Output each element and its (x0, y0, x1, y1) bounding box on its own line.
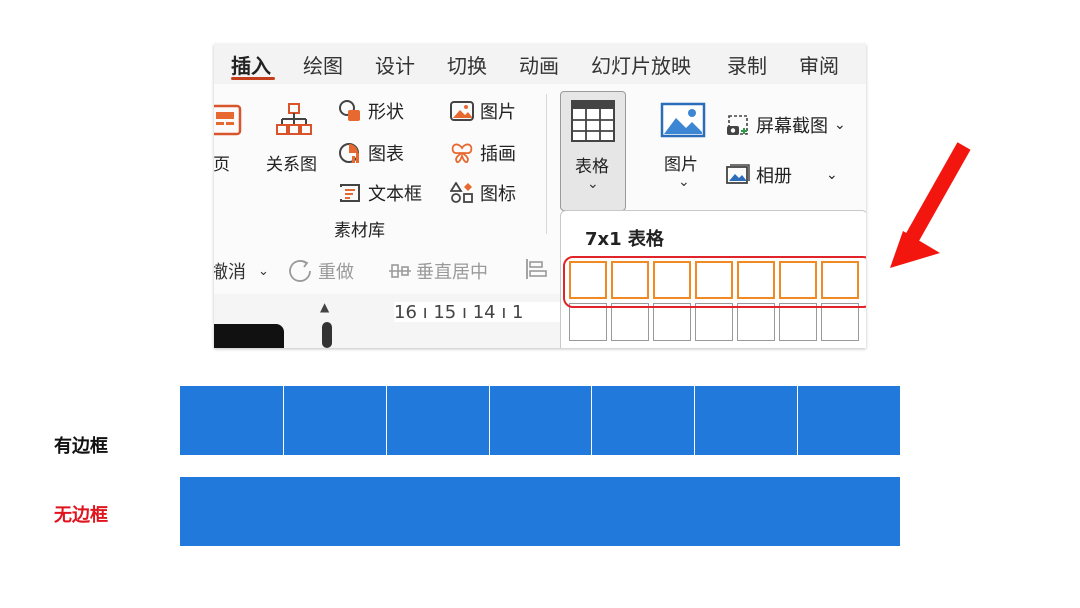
tab-slideshow[interactable]: 幻灯片放映 (591, 50, 691, 79)
slide-thumbnail[interactable] (214, 324, 284, 348)
table-button[interactable]: 表格 ⌄ (560, 91, 626, 211)
redo-button[interactable]: 重做 (288, 258, 354, 284)
illustration-label: 插画 (480, 144, 516, 165)
align-left-icon (526, 259, 547, 279)
shapes-icon (339, 100, 360, 121)
vertical-center-icon (389, 264, 411, 278)
grid-cell[interactable] (779, 303, 817, 341)
picture-button[interactable]: 图片 (450, 98, 516, 124)
table-cell-border (283, 386, 284, 455)
grid-cell[interactable] (653, 303, 691, 341)
illustration-button[interactable]: 插画 (450, 140, 516, 166)
chevron-down-icon: ⌄ (678, 174, 690, 190)
grid-cell[interactable] (569, 303, 607, 341)
redo-label: 重做 (318, 262, 354, 283)
active-tab-indicator (231, 77, 275, 80)
borderless-table-example (180, 477, 900, 546)
ruler-numbers: 16 ı 15 ı 14 ı 1 (394, 302, 524, 323)
undo-label: 撤消 (214, 262, 246, 283)
single-page-icon[interactable] (214, 104, 244, 136)
grid-cell[interactable] (821, 303, 859, 341)
assets-group-label: 素材库 (334, 221, 385, 241)
table-cell-border (694, 386, 695, 455)
bordered-label: 有边框 (54, 436, 108, 457)
bordered-table-example (180, 386, 900, 455)
grid-cell[interactable] (611, 303, 649, 341)
grid-cell[interactable] (695, 303, 733, 341)
ribbon-tab-bar: 插入 绘图 设计 切换 动画 幻灯片放映 录制 审阅 (214, 44, 866, 84)
screenshot-label: 屏幕截图 (756, 116, 828, 137)
table-cell-border (386, 386, 387, 455)
table-label: 表格 (575, 157, 609, 177)
textbox-button[interactable]: 文本框 (338, 180, 422, 206)
selected-row-highlight (563, 256, 866, 308)
picture-icon (450, 101, 474, 121)
chevron-down-icon: ⌄ (826, 167, 838, 183)
icons-button[interactable]: 图标 (450, 180, 516, 206)
editor-ruler-area: ▲ 16 ı 15 ı 14 ı 1 (214, 294, 560, 348)
shapes-button[interactable]: 形状 (338, 98, 404, 124)
icons-label: 图标 (480, 184, 516, 205)
chart-label: 图表 (368, 144, 404, 165)
tab-insert[interactable]: 插入 (231, 50, 271, 79)
chevron-down-icon: ⌄ (587, 176, 599, 192)
scroll-up-icon[interactable]: ▲ (320, 300, 329, 314)
table-cell-border (797, 386, 798, 455)
red-arrow-icon (890, 142, 971, 268)
butterfly-icon (451, 143, 473, 164)
chevron-down-icon: ⌄ (258, 263, 269, 279)
horizontal-ruler: 16 ı 15 ı 14 ı 1 (394, 302, 560, 323)
picture-label: 图片 (480, 102, 516, 123)
dropdown-title: 7x1 表格 (585, 229, 664, 250)
album-label: 相册 (756, 166, 792, 187)
tab-record[interactable]: 录制 (727, 50, 767, 79)
redo-icon (289, 260, 311, 282)
tab-draw[interactable]: 绘图 (303, 50, 343, 79)
scrollbar-thumb[interactable] (322, 322, 332, 348)
tab-review[interactable]: 审阅 (799, 50, 839, 79)
picture-large-icon[interactable] (660, 102, 706, 138)
single-page-label[interactable]: 单页 (214, 150, 230, 175)
ribbon-screenshot: 插入 绘图 设计 切换 动画 幻灯片放映 录制 审阅 单页 关系图 (214, 44, 866, 348)
textbox-label: 文本框 (368, 184, 422, 205)
grid-cell[interactable] (737, 303, 775, 341)
undo-button[interactable]: 撤消 ⌄ (214, 258, 269, 284)
textbox-icon (340, 184, 360, 202)
tab-design[interactable]: 设计 (375, 50, 415, 79)
album-icon (726, 164, 750, 184)
smartart-icon[interactable] (276, 102, 312, 138)
chart-icon (339, 143, 359, 163)
icons-icon (450, 182, 473, 203)
group-divider (546, 94, 547, 234)
vertical-center-label: 垂直居中 (416, 262, 488, 283)
align-button[interactable] (524, 258, 548, 280)
tab-animations[interactable]: 动画 (519, 50, 559, 79)
vertical-center-button[interactable]: 垂直居中 (388, 258, 488, 284)
quick-toolbar: 撤消 ⌄ 重做 垂直居中 (214, 248, 560, 292)
smartart-label[interactable]: 关系图 (266, 150, 317, 175)
chevron-down-icon: ⌄ (834, 117, 846, 133)
screenshot-icon (727, 115, 748, 135)
table-cell-border (489, 386, 490, 455)
shapes-label: 形状 (368, 102, 404, 123)
tab-transitions[interactable]: 切换 (447, 50, 487, 79)
table-icon (571, 100, 615, 142)
borderless-label: 无边框 (54, 505, 108, 526)
album-button[interactable]: 相册 ⌄ (726, 162, 838, 188)
chart-button[interactable]: 图表 (338, 140, 404, 166)
picture-large-label[interactable]: 图片 (664, 150, 698, 175)
screenshot-button[interactable]: 屏幕截图 ⌄ (726, 112, 846, 138)
table-cell-border (591, 386, 592, 455)
